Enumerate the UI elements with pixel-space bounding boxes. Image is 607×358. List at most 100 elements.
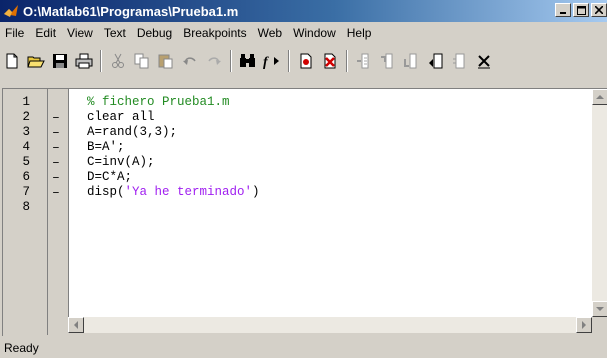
toolbar: f [0, 46, 607, 76]
cut-button[interactable] [107, 50, 129, 72]
scroll-up-button[interactable] [592, 89, 607, 105]
breakpoint-marker[interactable]: – [52, 110, 62, 125]
undo-icon [183, 57, 196, 65]
redo-icon [208, 57, 221, 65]
copy-button[interactable] [131, 50, 153, 72]
copy-icon [134, 53, 149, 69]
exit-debug-icon [478, 55, 490, 69]
code-line[interactable]: A=rand(3,3); [87, 125, 177, 140]
step-out-icon [404, 53, 417, 69]
scrollbar-corner [592, 317, 607, 333]
vertical-scrollbar[interactable] [592, 89, 607, 317]
maximize-button[interactable] [573, 3, 589, 17]
editor-frame: 1 2 3 4 5 6 7 8 – – – – – – % fichero Pr… [2, 88, 607, 336]
code-line[interactable]: clear all [87, 110, 155, 125]
code-line-disp[interactable]: disp('Ya he terminado') [87, 185, 260, 200]
menu-window[interactable]: Window [288, 26, 342, 40]
breakpoint-marker[interactable]: – [52, 155, 62, 170]
code-line[interactable]: D=C*A; [87, 170, 132, 185]
stack-icon [453, 53, 465, 69]
line-number: 3 [22, 125, 30, 139]
status-text: Ready [4, 341, 39, 355]
scroll-right-button[interactable] [576, 317, 592, 333]
toolbar-separator [100, 50, 102, 72]
open-button[interactable] [25, 50, 47, 72]
step-in-button[interactable] [377, 50, 399, 72]
arrow-up-icon [596, 95, 604, 99]
code-token: disp( [87, 185, 125, 199]
breakpoint-marker[interactable]: – [52, 170, 62, 185]
code-line[interactable]: B=A'; [87, 140, 125, 155]
breakpoint-marker[interactable]: – [52, 140, 62, 155]
arrow-down-icon [596, 307, 604, 311]
find-button[interactable] [237, 50, 259, 72]
minimize-button[interactable] [555, 3, 571, 17]
close-icon [595, 6, 603, 14]
find-icon [240, 54, 255, 67]
breakpoint-column[interactable]: – – – – – – [48, 89, 68, 335]
menu-text[interactable]: Text [99, 26, 132, 40]
svg-text:f: f [263, 55, 269, 69]
menu-file[interactable]: File [0, 26, 30, 40]
code-line-comment[interactable]: % fichero Prueba1.m [87, 95, 230, 110]
exit-debug-button[interactable] [473, 50, 495, 72]
paste-button[interactable] [155, 50, 177, 72]
save-button[interactable] [49, 50, 71, 72]
step-button[interactable] [353, 50, 375, 72]
maximize-icon [576, 5, 586, 15]
line-number: 8 [22, 200, 30, 214]
open-folder-icon [27, 56, 45, 68]
menu-debug[interactable]: Debug [132, 26, 178, 40]
line-number: 4 [22, 140, 30, 154]
menu-web[interactable]: Web [253, 26, 288, 40]
set-breakpoint-icon [300, 53, 312, 69]
scroll-left-button[interactable] [68, 317, 84, 333]
code-line[interactable]: C=inv(A); [87, 155, 155, 170]
menu-breakpoints[interactable]: Breakpoints [178, 26, 252, 40]
save-icon [53, 54, 67, 68]
breakpoint-marker[interactable]: – [52, 185, 62, 200]
menu-help[interactable]: Help [342, 26, 378, 40]
menu-edit[interactable]: Edit [30, 26, 62, 40]
close-button[interactable] [591, 3, 607, 17]
new-file-icon [6, 53, 18, 69]
step-in-icon [381, 53, 393, 69]
print-icon [75, 53, 93, 69]
line-number: 6 [22, 170, 30, 184]
arrow-right-icon [582, 321, 586, 329]
print-button[interactable] [73, 50, 95, 72]
status-bar: Ready [0, 338, 607, 358]
stack-button[interactable] [449, 50, 471, 72]
menu-bar: File Edit View Text Debug Breakpoints We… [0, 22, 607, 44]
undo-button[interactable] [179, 50, 201, 72]
title-bar[interactable]: O:\Matlab61\Programas\Prueba1.m [0, 0, 607, 22]
redo-button[interactable] [203, 50, 225, 72]
breakpoint-marker[interactable]: – [52, 125, 62, 140]
matlab-logo-icon [4, 5, 18, 17]
menu-view[interactable]: View [62, 26, 99, 40]
toolbar-separator [230, 50, 232, 72]
paste-icon [158, 54, 173, 69]
window-title: O:\Matlab61\Programas\Prueba1.m [23, 3, 239, 19]
arrow-left-icon [74, 321, 78, 329]
code-editor[interactable]: % fichero Prueba1.m clear all A=rand(3,3… [68, 89, 593, 317]
horizontal-scrollbar[interactable] [68, 317, 592, 333]
line-number-gutter: 1 2 3 4 5 6 7 8 [3, 89, 47, 335]
toolbar-separator [288, 50, 290, 72]
function-icon: f [263, 55, 279, 69]
toolbar-separator [346, 50, 348, 72]
step-out-button[interactable] [401, 50, 423, 72]
code-token: ) [252, 185, 260, 199]
minimize-icon [560, 12, 566, 14]
set-breakpoint-button[interactable] [295, 50, 317, 72]
function-button[interactable]: f [261, 50, 283, 72]
step-icon [357, 53, 369, 69]
line-number: 2 [22, 110, 30, 124]
line-number: 1 [22, 95, 30, 109]
line-number: 7 [22, 185, 30, 199]
continue-button[interactable] [425, 50, 447, 72]
scroll-down-button[interactable] [592, 301, 607, 317]
new-file-button[interactable] [1, 50, 23, 72]
cut-icon [112, 53, 124, 68]
clear-breakpoints-button[interactable] [319, 50, 341, 72]
